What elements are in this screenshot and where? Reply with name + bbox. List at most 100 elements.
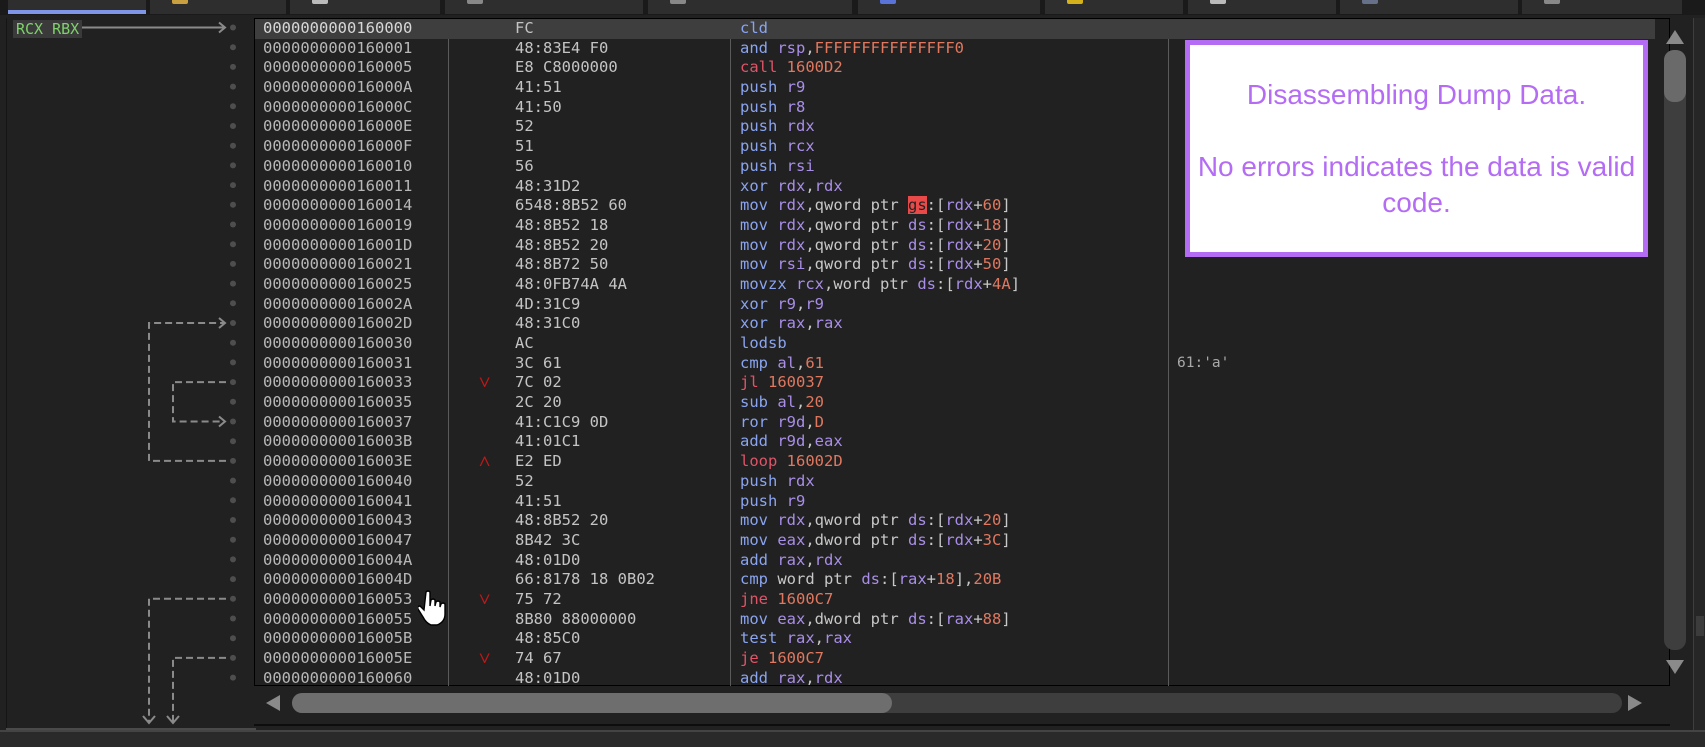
address[interactable]: 0000000000160019 [263,216,412,236]
breakpoint-dot[interactable] [230,339,236,346]
address[interactable]: 0000000000160011 [263,177,412,197]
breakpoint-dot[interactable] [230,182,236,189]
tab-notes[interactable] [290,0,440,14]
breakpoint-dot[interactable] [230,674,236,681]
address[interactable]: 0000000000160014 [263,196,412,216]
breakpoint-dot[interactable] [230,457,236,464]
breakpoint-dot[interactable] [230,280,236,287]
breakpoint-dot[interactable] [230,418,236,425]
breakpoint-dot[interactable] [230,438,236,445]
breakpoint-dot[interactable] [230,635,236,642]
instruction-row[interactable]: 0000000000160031 3C 61 cmp al,61 61:'a' [255,354,1655,374]
instruction-row[interactable]: 0000000000160021 48:8B72 50 mov rsi,qword … [255,255,1655,275]
breakpoint-dot[interactable] [230,83,236,90]
address[interactable]: 0000000000160055 [263,610,412,630]
breakpoint-dot[interactable] [230,536,236,543]
instruction-row[interactable]: 0000000000160000 FC cld [255,19,1655,39]
instruction-row[interactable]: 000000000016005B 48:85C0 test rax,rax [255,629,1655,649]
instruction-row[interactable]: 0000000000160047 8B42 3C mov eax,dword ptr… [255,531,1655,551]
address[interactable]: 0000000000160060 [263,669,412,689]
breakpoint-dot[interactable] [230,576,236,583]
breakpoint-dot[interactable] [230,162,236,169]
address[interactable]: 0000000000160030 [263,334,412,354]
instruction-row[interactable]: 000000000016005E ˅ 74 67 je 1600C7 [255,648,1655,669]
tab-memory-map[interactable] [648,0,852,14]
instruction-row[interactable]: 0000000000160053 ˅ 75 72 jne 1600C7 [255,589,1655,610]
breakpoint-dot[interactable] [230,556,236,563]
address[interactable]: 0000000000160040 [263,472,412,492]
address[interactable]: 000000000016000A [263,78,412,98]
horizontal-scroll-thumb[interactable] [292,693,892,713]
instruction-row[interactable]: 0000000000160033 ˅ 7C 02 jl 160037 [255,373,1655,393]
instruction-row[interactable]: 0000000000160060 48:01D0 add rax,rdx [255,669,1655,689]
scroll-right-arrow-icon[interactable] [1628,695,1642,711]
instruction-row[interactable]: 000000000016003B 41:01C1 add r9d,eax [255,432,1655,452]
tab-log[interactable] [150,0,286,14]
horizontal-scrollbar[interactable] [262,690,1642,716]
instruction-row[interactable]: 0000000000160040 52 push rdx [255,472,1655,492]
splitter-handle[interactable] [1696,616,1704,636]
address[interactable]: 0000000000160037 [263,413,412,433]
breakpoint-dot[interactable] [230,24,236,31]
breakpoint-dot[interactable] [230,497,236,504]
breakpoint-dot[interactable] [230,359,236,366]
comment[interactable]: 61:'a' [1177,354,1229,374]
address[interactable]: 0000000000160035 [263,393,412,413]
tab-cpu[interactable] [8,0,146,14]
breakpoint-dot[interactable] [230,615,236,622]
scroll-left-arrow-icon[interactable] [266,695,280,711]
address[interactable]: 000000000016003B [263,432,412,452]
breakpoint-dot[interactable] [230,517,236,523]
breakpoint-dot[interactable] [230,123,236,129]
scroll-down-arrow-icon[interactable] [1666,660,1684,674]
tab-source[interactable] [1522,0,1682,14]
breakpoint-dot[interactable] [230,477,236,484]
instruction-row[interactable]: 000000000016002A 4D:31C9 xor r9,r9 [255,295,1655,315]
address[interactable]: 0000000000160031 [263,354,412,374]
breakpoint-dot[interactable] [230,63,236,70]
address[interactable]: 0000000000160043 [263,511,412,531]
breakpoint-dot[interactable] [230,142,236,149]
tab-breakpoints[interactable] [445,0,643,14]
breakpoint-dot[interactable] [230,241,236,248]
address[interactable]: 000000000016001D [263,236,412,256]
address[interactable]: 000000000016004A [263,551,412,571]
vertical-scroll-thumb[interactable] [1664,50,1686,102]
instruction-row[interactable]: 0000000000160055 8B80 88000000 mov eax,dwo… [255,610,1655,630]
address[interactable]: 0000000000160047 [263,531,412,551]
breakpoint-dot[interactable] [230,44,236,51]
address[interactable]: 0000000000160001 [263,39,412,59]
address[interactable]: 0000000000160005 [263,58,412,78]
instruction-row[interactable]: 0000000000160035 2C 20 sub al,20 [255,393,1655,413]
address[interactable]: 000000000016003E [263,452,412,472]
address[interactable]: 0000000000160000 [263,19,412,39]
address[interactable]: 000000000016002A [263,295,412,315]
breakpoint-dot[interactable] [230,300,236,307]
vertical-scrollbar[interactable] [1660,28,1686,688]
breakpoint-dot[interactable] [230,654,236,661]
breakpoint-dot[interactable] [230,320,236,326]
vertical-scroll-track[interactable] [1664,50,1686,650]
tab-seh[interactable] [1045,0,1183,14]
breakpoint-dot[interactable] [230,398,236,405]
address[interactable]: 0000000000160041 [263,492,412,512]
address[interactable]: 0000000000160021 [263,255,412,275]
address[interactable]: 000000000016004D [263,570,412,590]
instruction-row[interactable]: 000000000016002D 48:31C0 xor rax,rax [255,314,1655,334]
address[interactable]: 000000000016000C [263,98,412,118]
address[interactable]: 0000000000160025 [263,275,412,295]
instruction-row[interactable]: 0000000000160043 48:8B52 20 mov rdx,qword … [255,511,1655,531]
instruction-row[interactable]: 000000000016003E ˄ E2 ED loop 16002D [255,451,1655,472]
instruction-row[interactable]: 0000000000160030 AC lodsb [255,334,1655,354]
address[interactable]: 0000000000160010 [263,157,412,177]
scroll-up-arrow-icon[interactable] [1666,30,1684,44]
address[interactable]: 000000000016000F [263,137,412,157]
breakpoint-dot[interactable] [230,103,236,110]
instruction-row[interactable]: 000000000016004A 48:01D0 add rax,rdx [255,551,1655,571]
address[interactable]: 000000000016002D [263,314,412,334]
address[interactable]: 000000000016005B [263,629,412,649]
instruction-row[interactable]: 0000000000160025 48:0FB74A 4A movzx rcx,wo… [255,275,1655,295]
tab-symbols[interactable] [1340,0,1518,14]
breakpoint-dot[interactable] [230,201,236,208]
address[interactable]: 0000000000160053 [263,590,412,610]
